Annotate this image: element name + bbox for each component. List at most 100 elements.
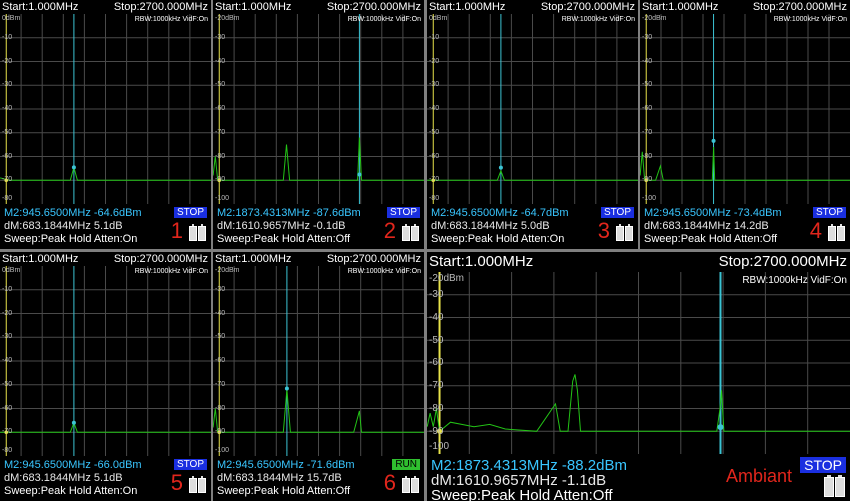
- y-axis-label: -50: [429, 334, 444, 346]
- analyzer-panel-ambient: Start:1.000MHz Stop:2700.000MHz -20dBm -30-…: [427, 252, 850, 501]
- start-frequency: Start:1.000MHz: [215, 253, 292, 265]
- y-axis-label: -30: [429, 81, 440, 89]
- spectrum-graph: [640, 14, 850, 204]
- spectrum-graph: [427, 272, 850, 454]
- status-badge: STOP: [812, 207, 846, 218]
- analyzer-panel-2: Start:1.000MHz Stop:2700.000MHz -20dBm -30 -…: [213, 0, 424, 249]
- y-axis-label: -20: [429, 57, 440, 65]
- stop-frequency: Stop:2700.000MHz: [540, 1, 635, 13]
- y-axis-label: -50: [2, 380, 13, 388]
- y-axis-label: -30: [429, 289, 444, 301]
- frequency-header: Start:1.000MHz Stop:2700.000MHz: [640, 0, 850, 14]
- marker-info: M2:1873.4313MHz -87.6dBm dM:1610.9657MHz …: [213, 204, 424, 249]
- y-axis-label: -60: [215, 105, 226, 112]
- delta-marker-readout: dM:683.1844MHz 14.2dB: [644, 220, 769, 232]
- panel-number-label: 3: [597, 218, 610, 243]
- marker-point: [284, 386, 289, 391]
- stop-frequency: Stop:2700.000MHz: [113, 253, 208, 265]
- y-axis-label: -70: [2, 428, 13, 436]
- spectrum-graph: [0, 14, 211, 204]
- analyzer-panel-1: Start:1.000MHz Stop:2700.000MHz 0dBm -10 -20…: [0, 0, 211, 249]
- start-frequency: Start:1.000MHz: [2, 253, 79, 265]
- y-axis-label: -60: [642, 105, 653, 112]
- analyzer-panel-4: Start:1.000MHz Stop:2700.000MHz -20dBm -30-…: [640, 0, 850, 249]
- spectrum-plot: -20dBm -30 -40 -50 -60 -70 -80 -90 -100 RBW:1000k…: [640, 14, 850, 204]
- y-axis-label: -40: [429, 311, 444, 323]
- y-axis-label: -30: [215, 33, 226, 41]
- status-badge: STOP: [173, 207, 207, 218]
- battery-icon: [402, 476, 420, 498]
- y-axis-label: -50: [429, 128, 440, 136]
- y-axis-label: -60: [429, 357, 444, 369]
- frequency-header: Start:1.000MHz Stop:2700.000MHz: [427, 252, 850, 272]
- spectrum-graph: [427, 14, 638, 204]
- analyzer-panel-6: Start:1.000MHz Stop:2700.000MHz -20dBm -30-…: [213, 252, 424, 501]
- y-axis-label: -70: [429, 176, 440, 184]
- y-axis-label: -70: [642, 128, 653, 136]
- y-axis-label: -20: [2, 309, 13, 317]
- marker-readout: M2:945.6500MHz -64.7dBm: [431, 207, 569, 219]
- y-axis-label: -30: [2, 81, 13, 89]
- y-axis-label: -10: [2, 33, 13, 41]
- marker-point: [71, 420, 76, 425]
- sweep-atten-readout: Sweep:Peak Hold Atten:On: [4, 485, 138, 497]
- sweep-atten-readout: Sweep:Peak Hold Atten:Off: [217, 485, 351, 497]
- sweep-atten-readout: Sweep:Peak Hold Atten:Off: [644, 233, 778, 245]
- battery-icon: [616, 224, 634, 246]
- sweep-atten-readout: Sweep:Peak Hold Atten:Off: [431, 487, 613, 501]
- marker-point: [71, 165, 76, 170]
- y-axis-label: -90: [215, 176, 226, 184]
- marker-point: [357, 172, 362, 177]
- battery-icon: [828, 224, 846, 246]
- y-axis-label: -60: [215, 357, 226, 364]
- y-axis-label: -100: [215, 447, 230, 454]
- marker-readout: M2:945.6500MHz -64.6dBm: [4, 207, 142, 219]
- y-axis-label: -50: [215, 333, 226, 341]
- y-axis-label: -70: [215, 380, 226, 388]
- y-axis-label: -10: [429, 33, 440, 41]
- spectrum-plot: 0dBm -10 -20 -30 -40 -50 -60 -70 -80 RBW:1000kHz …: [427, 14, 638, 204]
- marker-info: M2:945.6500MHz -66.0dBm dM:683.1844MHz 5.…: [0, 456, 211, 501]
- y-axis-label: -40: [642, 57, 653, 65]
- sweep-atten-readout: Sweep:Peak Hold Atten:On: [431, 233, 565, 245]
- stop-frequency: Stop:2700.000MHz: [326, 253, 421, 265]
- y-axis-label: -40: [215, 57, 226, 65]
- rbw-label: RBW:1000kHz VidF:On: [134, 268, 208, 275]
- y-axis-label: -40: [2, 105, 13, 112]
- y-axis-label: -20dBm: [215, 15, 240, 22]
- rbw-label: RBW:1000kHz VidF:On: [347, 16, 421, 23]
- panel-number-label: 1: [170, 218, 183, 243]
- y-axis-label: -100: [215, 195, 230, 202]
- rbw-label: RBW:1000kHz VidF:On: [742, 274, 847, 286]
- y-axis-label: -100: [429, 441, 450, 453]
- status-badge: STOP: [386, 207, 420, 218]
- delta-marker-readout: dM:1610.9657MHz -0.1dB: [217, 220, 346, 232]
- status-badge: STOP: [173, 459, 207, 470]
- marker-point: [717, 424, 724, 431]
- spectrum-plot: 0dBm -10 -20 -30 -40 -50 -60 -70 -80 RBW:1000kHz …: [0, 14, 211, 204]
- rbw-label: RBW:1000kHz VidF:On: [773, 16, 847, 23]
- stop-frequency: Stop:2700.000MHz: [326, 1, 421, 13]
- battery-icon: [402, 224, 420, 246]
- y-axis-label: -80: [2, 447, 13, 454]
- start-frequency: Start:1.000MHz: [215, 1, 292, 13]
- y-axis-label: -30: [215, 285, 226, 293]
- stop-frequency: Stop:2700.000MHz: [113, 1, 208, 13]
- frequency-header: Start:1.000MHz Stop:2700.000MHz: [0, 0, 211, 14]
- start-frequency: Start:1.000MHz: [2, 1, 79, 13]
- y-axis-label: -70: [429, 380, 444, 392]
- delta-marker-readout: dM:683.1844MHz 15.7dB: [217, 472, 342, 484]
- panel-number-label: Ambiant: [725, 466, 792, 486]
- y-axis-label: -60: [2, 404, 13, 412]
- y-axis-label: -30: [2, 333, 13, 341]
- y-axis-label: -80: [215, 152, 226, 160]
- y-axis-label: -20dBm: [642, 15, 667, 22]
- spectrum-graph: [213, 14, 424, 204]
- y-axis-label: -90: [642, 176, 653, 184]
- y-axis-label: -70: [215, 128, 226, 136]
- marker-info: M2:945.6500MHz -64.6dBm dM:683.1844MHz 5.…: [0, 204, 211, 249]
- y-axis-label: -50: [215, 81, 226, 89]
- battery-icon: [189, 224, 207, 246]
- sweep-atten-readout: Sweep:Peak Hold Atten:Off: [217, 233, 351, 245]
- spectrum-plot: -20dBm -30 -40 -50 -60 -70 -80 -90 -100 RBW:1000k…: [213, 266, 424, 456]
